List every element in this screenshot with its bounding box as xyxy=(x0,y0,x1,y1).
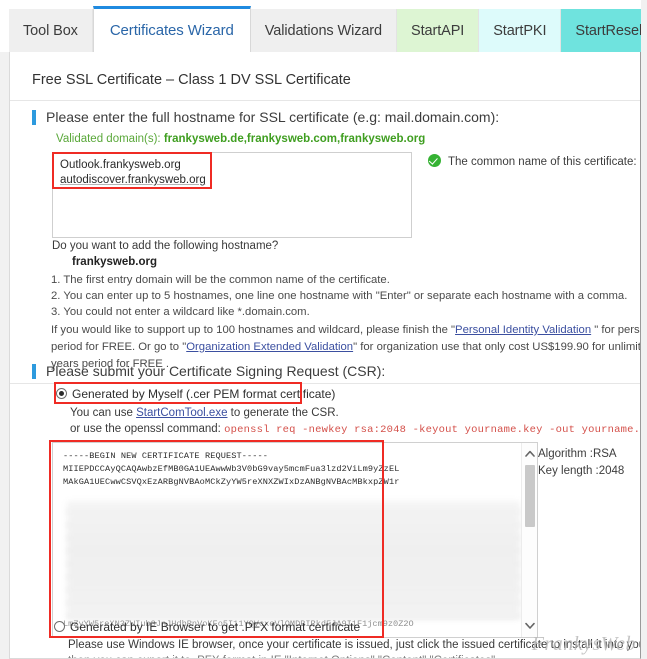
tab-certificates-wizard[interactable]: Certificates Wizard xyxy=(92,6,251,52)
csr-scrollbar[interactable] xyxy=(521,443,537,637)
csr-option-self-label: Generated by Myself (.cer PEM format cer… xyxy=(72,387,336,401)
tab-label: StartPKI xyxy=(493,22,547,39)
key-length-label: Key length :2048 xyxy=(538,465,625,477)
validated-domains-label: Validated domain(s): xyxy=(56,133,161,145)
upgrade-text-post: " for personal use that only cost xyxy=(594,324,640,336)
personal-identity-validation-link[interactable]: Personal Identity Validation xyxy=(455,324,591,336)
upgrade-paragraph-line-2: period for FREE. Or go to "Organization … xyxy=(51,339,641,355)
hostname-line-1: Outlook.frankysweb.org xyxy=(60,159,181,171)
csr-tool-pre: You can use xyxy=(70,407,137,419)
note-2: 2. You can enter up to 5 hostnames, one … xyxy=(51,290,628,302)
csr-option-ie-label: Generated by IE Browser to get .PFX form… xyxy=(70,620,361,634)
divider-middle xyxy=(10,383,640,384)
openssl-label: or use the openssl command: xyxy=(70,423,221,435)
tab-strip: Tool Box Certificates Wizard Validations… xyxy=(9,6,647,52)
divider-top xyxy=(10,100,640,101)
check-circle-icon xyxy=(428,154,441,167)
algorithm-label: Algorithm :RSA xyxy=(538,448,617,460)
tab-validations-wizard[interactable]: Validations Wizard xyxy=(250,9,397,52)
tab-label: StartResell xyxy=(575,22,646,39)
key-info-block: Algorithm :RSA Key length :2048 xyxy=(538,446,624,480)
tab-label: Tool Box xyxy=(23,22,78,39)
common-name-container: The common name of this certificate: Out… xyxy=(422,150,640,172)
tab-startpki[interactable]: StartPKI xyxy=(479,9,562,52)
organization-extended-validation-link[interactable]: Organization Extended Validation xyxy=(186,341,353,353)
note-3: 3. You could not enter a wildcard like *… xyxy=(51,306,310,318)
common-name-text: The common name of this certificate: xyxy=(448,156,637,168)
tab-tool-box[interactable]: Tool Box xyxy=(9,9,93,52)
hostname-line-2: autodiscover.frankysweb.org xyxy=(60,174,206,186)
csr-section-heading: Please submit your Certificate Signing R… xyxy=(32,364,385,379)
window-scroll-gutter[interactable] xyxy=(641,0,647,659)
startcomtool-link[interactable]: StartComTool.exe xyxy=(136,407,227,419)
tab-startapi[interactable]: StartAPI xyxy=(397,9,480,52)
openssl-hint: or use the openssl command: openssl req … xyxy=(70,423,641,436)
csr-option-ie-row[interactable]: Generated by IE Browser to get .PFX form… xyxy=(54,620,360,634)
app-root: Tool Box Certificates Wizard Validations… xyxy=(0,0,647,659)
page-content: Free SSL Certificate – Class 1 DV SSL Ce… xyxy=(9,52,641,659)
radio-generated-by-ie[interactable] xyxy=(54,621,65,632)
validated-domains-value: frankysweb.de,frankysweb.com,frankysweb.… xyxy=(163,133,426,145)
csr-redacted-overlay xyxy=(67,501,520,619)
upgrade-text-pre: If you would like to support up to 100 h… xyxy=(51,324,456,336)
openssl-command: openssl req -newkey rsa:2048 -keyout you… xyxy=(224,424,641,436)
csr-scrollbar-thumb[interactable] xyxy=(525,465,535,527)
csr-visible-line-1: -----BEGIN NEW CERTIFICATE REQUEST----- xyxy=(63,451,269,461)
upgrade-paragraph-line-1: If you would like to support up to 100 h… xyxy=(51,322,640,338)
upgrade-text-post-2: " for organization use that only cost US… xyxy=(353,341,641,353)
common-name-status: The common name of this certificate: Out… xyxy=(428,154,640,168)
csr-tool-post: to generate the CSR. xyxy=(227,407,339,419)
tab-bar: Tool Box Certificates Wizard Validations… xyxy=(0,0,647,52)
radio-generated-by-myself[interactable] xyxy=(56,388,67,399)
chevron-up-icon[interactable] xyxy=(522,445,537,461)
tab-label: Validations Wizard xyxy=(264,22,382,39)
watermark: FrankysWeb xyxy=(531,633,636,655)
hostname-section-heading: Please enter the full hostname for SSL c… xyxy=(32,110,499,125)
csr-tool-hint: You can use StartComTool.exe to generate… xyxy=(70,407,339,419)
hostname-input[interactable]: Outlook.frankysweb.org autodiscover.fran… xyxy=(52,152,412,238)
csr-visible-line-3: MAkGA1UECwwCSVQxEzARBgNVBAoMCkZyYW5reXNX… xyxy=(63,477,400,487)
csr-visible-line-2: MIIEPDCCAyQCAQAwbzEfMB0GA1UEAwwWb3V0bG9v… xyxy=(63,464,400,474)
validated-domains-line: Validated domain(s): frankysweb.de,frank… xyxy=(56,133,425,145)
add-hostname-question: Do you want to add the following hostnam… xyxy=(52,240,279,252)
tab-startresell[interactable]: StartResell xyxy=(561,9,647,52)
chevron-down-icon[interactable] xyxy=(522,617,537,633)
tab-label: Certificates Wizard xyxy=(109,22,234,39)
csr-option-self-row[interactable]: Generated by Myself (.cer PEM format cer… xyxy=(56,387,335,401)
upgrade-text-pre-2: period for FREE. Or go to " xyxy=(51,341,187,353)
suggested-hostname[interactable]: frankysweb.org xyxy=(72,256,157,268)
ie-note-line-2: then you can export it to .PFX format in… xyxy=(68,655,498,658)
note-1: 1. The first entry domain will be the co… xyxy=(51,274,390,286)
csr-textarea[interactable]: -----BEGIN NEW CERTIFICATE REQUEST----- … xyxy=(52,442,538,638)
tab-label: StartAPI xyxy=(411,22,465,39)
page-title: Free SSL Certificate – Class 1 DV SSL Ce… xyxy=(32,72,351,88)
